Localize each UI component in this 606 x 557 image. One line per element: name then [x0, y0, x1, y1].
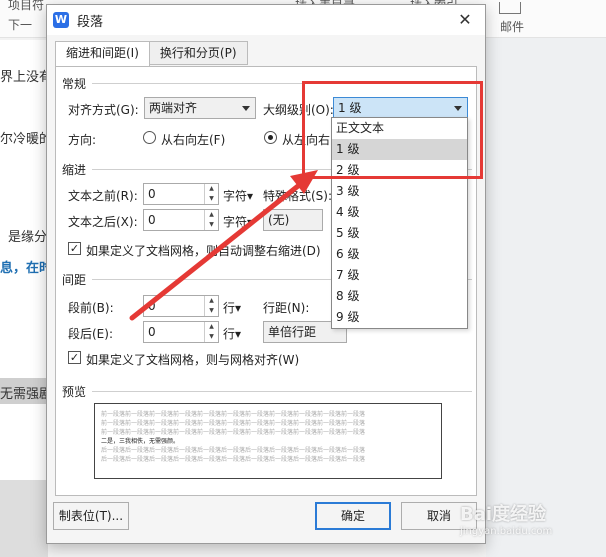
watermark-main: Bai度经验: [460, 504, 547, 525]
watermark-sub: jingyan.baidu.com: [460, 526, 553, 537]
annotation-arrow-icon: [129, 170, 318, 321]
baidu-watermark: Bai度经验 jingyan.baidu.com: [460, 500, 552, 537]
